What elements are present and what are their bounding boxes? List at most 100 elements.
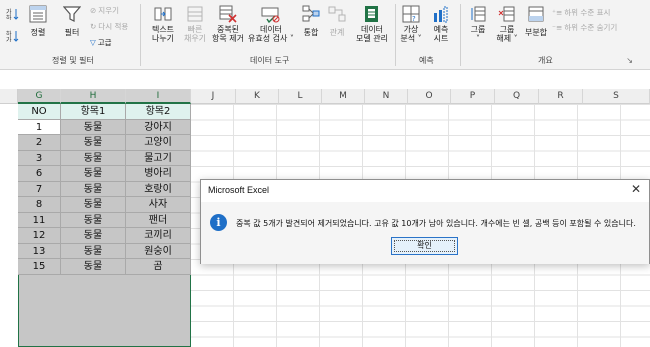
- column-header-p[interactable]: P: [451, 89, 495, 104]
- table-cell[interactable]: 2: [18, 135, 61, 151]
- table-cell[interactable]: 13: [18, 243, 61, 259]
- advanced-filter-label: 고급: [97, 38, 112, 47]
- subtotal-label: 부분합: [524, 28, 548, 37]
- what-if-analysis-button[interactable]: ? 가상 분석 ˅: [398, 5, 424, 43]
- column-header-k[interactable]: K: [236, 89, 279, 104]
- group-separator: [460, 4, 461, 66]
- svg-text:하: 하: [6, 14, 12, 20]
- table-cell[interactable]: 7: [18, 181, 61, 197]
- table-header-item2[interactable]: 항목2: [126, 104, 191, 120]
- column-header-m[interactable]: M: [322, 89, 365, 104]
- hide-detail-button[interactable]: ⁻≡ 하위 수준 숨기기: [552, 22, 617, 33]
- table-cell[interactable]: 동물: [61, 197, 126, 213]
- ribbon: 가하 하가 정렬 필터 ⊘ 지우기 ↻ 다시 적용 ▽ 고급 정렬 및 필터 텍…: [0, 0, 650, 70]
- data-validation-icon: [261, 7, 280, 23]
- table-cell[interactable]: 11: [18, 212, 61, 228]
- group-button[interactable]: 그룹 ˅: [466, 5, 490, 43]
- advanced-filter-button[interactable]: ▽ 고급: [90, 37, 112, 48]
- forecast-chart-icon: [434, 6, 448, 23]
- sort-descending-icon: 하가: [6, 30, 19, 42]
- hide-detail-label: 하위 수준 숨기기: [564, 23, 618, 32]
- sort-filter-group-label: 정렬 및 필터: [52, 56, 94, 65]
- column-header-l[interactable]: L: [279, 89, 322, 104]
- group-rows-icon: [471, 6, 486, 22]
- data-model-icon: [365, 6, 378, 22]
- consolidate-button[interactable]: 통합: [300, 5, 322, 37]
- forecast-label-2: 시트: [433, 34, 449, 43]
- select-all-corner[interactable]: [0, 89, 18, 104]
- message-dialog: Microsoft Excel ✕ i 중복 값 5개가 발견되어 제거되었습니…: [200, 179, 650, 264]
- table-cell[interactable]: 병아리: [126, 166, 191, 182]
- column-header-j[interactable]: J: [191, 89, 236, 104]
- filter-label: 필터: [64, 28, 80, 37]
- outline-dialog-launcher-icon[interactable]: ↘: [626, 56, 633, 65]
- table-cell[interactable]: 동물: [61, 150, 126, 166]
- table-cell[interactable]: 동물: [61, 119, 126, 135]
- forecast-label-1: 예측: [433, 25, 449, 34]
- forecast-sheet-button[interactable]: 예측 시트: [428, 5, 454, 43]
- table-cell[interactable]: 동물: [61, 166, 126, 182]
- column-header-s[interactable]: S: [583, 89, 650, 104]
- clear-filter-icon: ⊘: [90, 6, 97, 15]
- column-header-h[interactable]: H: [61, 89, 126, 104]
- ungroup-rows-icon: [498, 6, 515, 22]
- flash-fill-button[interactable]: 빠른 채우기: [181, 5, 209, 43]
- relationships-button[interactable]: 관계: [326, 5, 348, 37]
- group-label-1: 그룹: [470, 25, 486, 34]
- column-header-n[interactable]: N: [365, 89, 408, 104]
- ungroup-label-2: 해제 ˅: [496, 34, 518, 43]
- table-cell[interactable]: 1: [18, 119, 61, 135]
- sort-ascending-icon: 가하: [6, 8, 19, 20]
- ok-button[interactable]: 확인: [391, 237, 458, 255]
- table-cell[interactable]: 동물: [61, 212, 126, 228]
- flash-fill-label-1: 빠른: [187, 25, 203, 34]
- table-header-item1[interactable]: 항목1: [61, 104, 126, 120]
- close-icon[interactable]: ✕: [629, 182, 643, 196]
- sort-dialog-icon: [29, 5, 47, 23]
- filter-button[interactable]: 필터: [60, 5, 84, 37]
- data-validation-label-2: 유효성 검사 ˅: [248, 34, 294, 43]
- svg-text:가: 가: [6, 36, 12, 42]
- column-header-g[interactable]: G: [18, 89, 61, 104]
- table-cell[interactable]: 동물: [61, 259, 126, 275]
- sort-asc-button[interactable]: 가하: [6, 8, 20, 20]
- reapply-button[interactable]: ↻ 다시 적용: [90, 21, 128, 32]
- table-cell[interactable]: 동물: [61, 135, 126, 151]
- column-header-r[interactable]: R: [539, 89, 583, 104]
- hide-detail-icon: ⁻≡: [552, 23, 563, 32]
- table-cell[interactable]: 원숭이: [126, 243, 191, 259]
- remove-duplicates-button[interactable]: 중복된 항목 제거: [209, 5, 247, 43]
- text-to-columns-button[interactable]: 텍스트 나누기: [146, 5, 180, 43]
- remove-duplicates-label-2: 항목 제거: [212, 34, 244, 43]
- table-cell[interactable]: 15: [18, 259, 61, 275]
- sort-desc-button[interactable]: 하가: [6, 30, 20, 42]
- table-cell[interactable]: 호랑이: [126, 181, 191, 197]
- sort-button[interactable]: 정렬: [27, 5, 49, 37]
- table-cell[interactable]: 곰: [126, 259, 191, 275]
- table-cell[interactable]: 6: [18, 166, 61, 182]
- table-cell[interactable]: 물고기: [126, 150, 191, 166]
- table-cell[interactable]: 동물: [61, 243, 126, 259]
- table-cell[interactable]: 동물: [61, 228, 126, 244]
- reapply-label: 다시 적용: [98, 22, 129, 31]
- ungroup-button[interactable]: 그룹 해제 ˅: [493, 5, 521, 43]
- column-header-q[interactable]: Q: [495, 89, 539, 104]
- show-detail-label: 하위 수준 표시: [564, 8, 611, 17]
- column-header-i[interactable]: I: [126, 89, 191, 104]
- table-cell[interactable]: 사자: [126, 197, 191, 213]
- data-validation-button[interactable]: 데이터 유효성 검사 ˅: [247, 5, 295, 43]
- table-cell[interactable]: 3: [18, 150, 61, 166]
- table-cell[interactable]: 8: [18, 197, 61, 213]
- column-header-o[interactable]: O: [408, 89, 451, 104]
- clear-filter-button[interactable]: ⊘ 지우기: [90, 5, 119, 16]
- manage-data-model-button[interactable]: 데이터 모델 관리: [352, 5, 392, 43]
- table-cell[interactable]: 동물: [61, 181, 126, 197]
- table-cell[interactable]: 강아지: [126, 119, 191, 135]
- table-header-no[interactable]: NO: [18, 104, 61, 120]
- subtotal-button[interactable]: 부분합: [522, 5, 550, 37]
- table-cell[interactable]: 팬더: [126, 212, 191, 228]
- table-cell[interactable]: 12: [18, 228, 61, 244]
- table-cell[interactable]: 고양이: [126, 135, 191, 151]
- table-cell[interactable]: 코끼리: [126, 228, 191, 244]
- show-detail-button[interactable]: ⁺≡ 하위 수준 표시: [552, 7, 610, 18]
